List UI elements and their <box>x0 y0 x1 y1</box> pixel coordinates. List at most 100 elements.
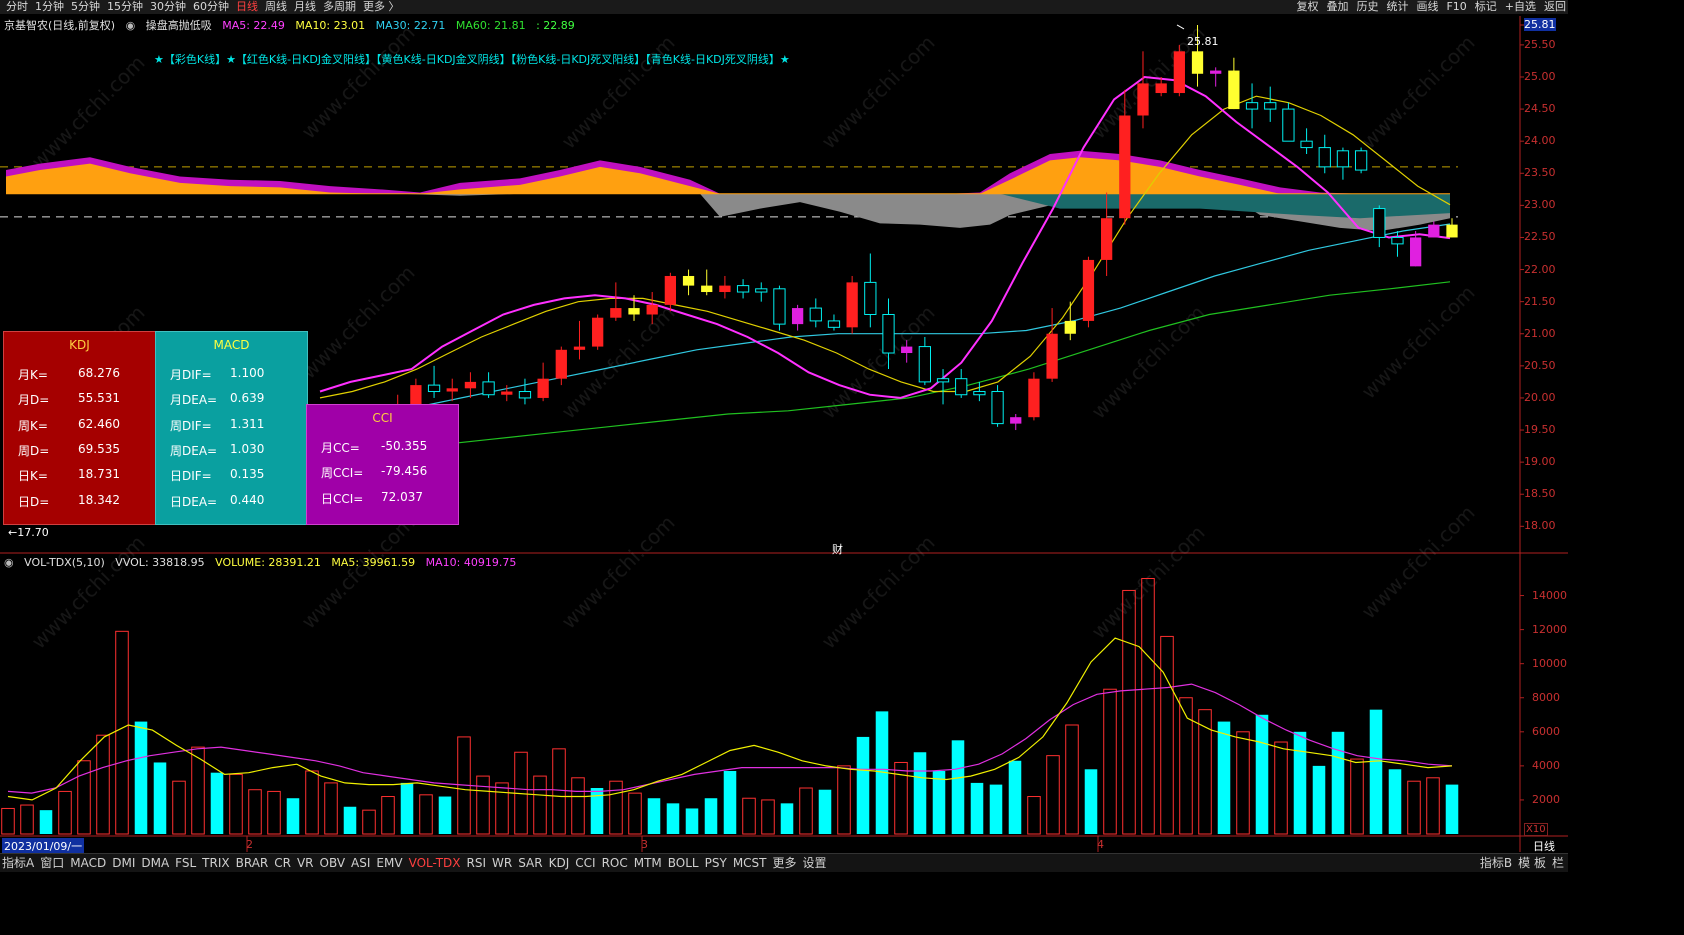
stock-name[interactable]: 京基智农(日线,前复权) <box>4 19 115 32</box>
candle <box>1210 67 1222 87</box>
watermark-text: www.cfchi.com <box>557 301 680 424</box>
candle-body <box>1264 102 1277 110</box>
candle <box>427 365 441 398</box>
candle <box>573 320 586 360</box>
band-orange-area <box>6 157 1450 194</box>
indicator-row-label: 日K= <box>18 469 48 484</box>
volume-bar <box>1046 755 1060 835</box>
price-tick-label: 23.50 <box>1524 166 1556 180</box>
volume-value: VOLUME: 28391.21 <box>215 556 321 569</box>
volume-bar <box>951 740 965 834</box>
indicator-tab-12[interactable]: EMV <box>376 856 402 870</box>
volume-bar <box>419 794 433 835</box>
watermark-text: www.cfchi.com <box>1357 281 1480 404</box>
indicator-tab-6[interactable]: TRIX <box>202 856 229 870</box>
high-arrow <box>1176 24 1185 30</box>
vol-indicator-name[interactable]: VOL-TDX(5,10) <box>24 556 105 569</box>
indicator-tab-8[interactable]: CR <box>274 856 291 870</box>
indicator-row-value: 1.030 <box>230 441 265 456</box>
indicator-row-label: 日CCI= <box>321 491 364 506</box>
indicator-tab-1[interactable]: 窗口 <box>40 856 64 870</box>
candle <box>1318 134 1331 174</box>
watermark-text: www.cfchi.com <box>297 511 420 634</box>
volume-bar <box>495 782 509 835</box>
volume-bar <box>1141 578 1155 835</box>
candle <box>1282 102 1295 142</box>
volume-bar <box>58 790 72 835</box>
indicator-row-label: 周CCI= <box>321 466 364 481</box>
indicator-row-label: 月DIF= <box>170 368 212 382</box>
price-tick-label: 20.50 <box>1524 358 1556 372</box>
candle-body <box>1100 218 1113 260</box>
candle <box>1010 413 1022 431</box>
indicator-tab-16[interactable]: SAR <box>518 856 542 870</box>
indicator-tab-17[interactable]: KDJ <box>549 856 570 870</box>
indicator-tab-19[interactable]: ROC <box>602 856 628 870</box>
candle <box>1245 83 1259 129</box>
month-label: 3 <box>641 838 648 851</box>
volume-bar <box>1122 589 1136 835</box>
candle <box>1264 86 1277 122</box>
low-price-marker: ←17.70 <box>8 526 49 539</box>
indicator-tab-22[interactable]: PSY <box>705 856 727 870</box>
vol-axis-unit: X10 <box>1524 823 1548 836</box>
indicator-row-label: 周K= <box>18 418 48 433</box>
indicator-tab-5[interactable]: FSL <box>175 856 196 870</box>
vol-ma10-value: MA10: 40919.75 <box>425 556 517 569</box>
candle-body <box>427 384 441 393</box>
volume-tick-label: 4000 <box>1532 758 1560 772</box>
vol-toggle-icon[interactable]: ◉ <box>4 556 14 569</box>
volume-bar <box>932 770 946 834</box>
indicator-tab-11[interactable]: ASI <box>351 856 370 870</box>
indicator-row-value: 68.276 <box>78 366 120 380</box>
indicator-tab-20[interactable]: MTM <box>634 856 662 870</box>
candle-body <box>573 346 586 350</box>
candle <box>610 282 622 321</box>
right-tool-0[interactable]: 指标B <box>1480 856 1512 870</box>
indicator-tab-10[interactable]: OBV <box>320 856 346 870</box>
indicator-toggle-icon[interactable]: ◉ <box>126 19 136 32</box>
price-tick-label: 21.00 <box>1524 326 1556 340</box>
indicator-tab-13[interactable]: VOL-TDX <box>409 856 461 870</box>
month-label: 4 <box>1097 838 1104 851</box>
candle <box>682 269 695 296</box>
candle <box>1082 256 1095 328</box>
indicator-name[interactable]: 操盘高抛低吸 <box>146 19 212 32</box>
indicator-tab-15[interactable]: WR <box>492 856 512 870</box>
indicator-row-value: 18.342 <box>78 492 120 507</box>
indicator-tab-7[interactable]: BRAR <box>236 856 269 870</box>
volume-tick-label: 6000 <box>1532 724 1560 738</box>
price-tick-label: 22.50 <box>1524 230 1556 244</box>
candle-body <box>1282 108 1295 142</box>
right-tool-2[interactable]: 栏 <box>1552 856 1564 870</box>
indicator-tab-21[interactable]: BOLL <box>668 856 699 870</box>
indicator-row-value: 0.639 <box>230 391 265 406</box>
indicator-tab-4[interactable]: DMA <box>141 856 169 870</box>
candle-body <box>1300 140 1313 149</box>
indicator-tab-0[interactable]: 指标A <box>2 856 34 870</box>
volume-bar <box>913 752 927 834</box>
watermark-text: www.cfchi.com <box>817 31 940 154</box>
candle-body <box>809 307 822 322</box>
volume-bar <box>742 797 756 835</box>
watermark-text: www.cfchi.com <box>1357 501 1480 624</box>
candle-body <box>664 275 677 305</box>
finance-marker[interactable]: 财 <box>832 541 843 557</box>
ma30-value: MA30: 22.71 <box>375 19 446 32</box>
indicator-tab-14[interactable]: RSI <box>467 856 487 870</box>
right-tool-1[interactable]: 模 板 <box>1518 856 1546 870</box>
candle <box>1228 57 1240 110</box>
volume-bar <box>1065 724 1079 835</box>
indicator-tab-23[interactable]: MCST <box>733 856 767 870</box>
indicator-tab-3[interactable]: DMI <box>112 856 135 870</box>
indicator-row-value: 69.535 <box>78 441 120 456</box>
volume-bar <box>1084 769 1098 834</box>
indicator-tab-2[interactable]: MACD <box>70 856 106 870</box>
indicator-tab-24[interactable]: 更多 <box>773 856 797 870</box>
indicator-tab-25[interactable]: 设置 <box>803 856 827 870</box>
volume-bar <box>1369 709 1383 834</box>
indicator-tab-18[interactable]: CCI <box>575 856 595 870</box>
indicator-tab-9[interactable]: VR <box>297 856 314 870</box>
macd-title: MACD <box>213 338 250 352</box>
volume-bar <box>134 721 148 834</box>
